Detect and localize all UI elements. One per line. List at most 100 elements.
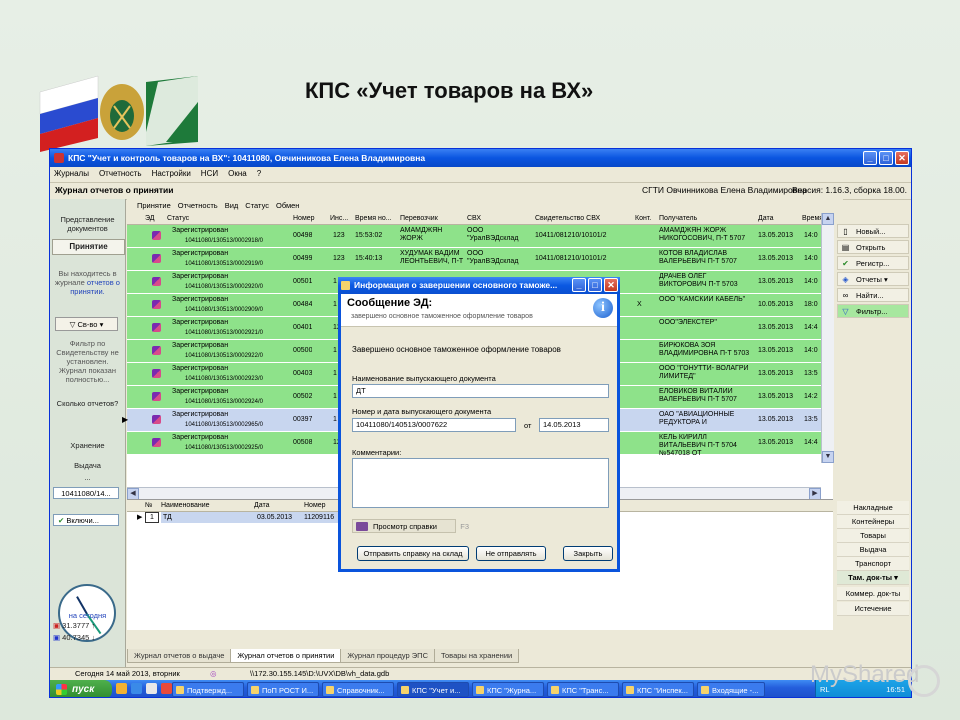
register-button[interactable]: ✔ Регистр... (837, 256, 909, 270)
dialog-app-icon (341, 281, 350, 290)
col-recipient[interactable]: Получатель (659, 213, 697, 224)
detail-col-no[interactable]: № (145, 500, 153, 511)
col-time2[interactable]: Время (802, 213, 823, 224)
task-item[interactable]: КПС "Транс... (547, 682, 619, 697)
detail-col-name[interactable]: Наименование (161, 500, 210, 511)
scroll-down-icon[interactable]: ▼ (822, 451, 834, 463)
menu-windows[interactable]: Окна (228, 167, 247, 181)
task-item[interactable]: Справочник... (322, 682, 394, 697)
list-goods[interactable]: Товары (837, 529, 909, 543)
mail-icon[interactable] (161, 683, 172, 694)
list-transport[interactable]: Транспорт (837, 557, 909, 571)
dialog-minimize-button[interactable]: _ (572, 278, 586, 292)
docs-view-label[interactable]: Представление документов (52, 215, 123, 233)
grid-vscrollbar[interactable]: ▲ ▼ (821, 213, 834, 463)
tab-accept-journal[interactable]: Журнал отчетов о принятии (230, 649, 342, 663)
col-cont[interactable]: Конт. (635, 213, 651, 224)
tab-goods-storage[interactable]: Товары на хранении (434, 649, 520, 663)
user-name: СГТИ Овчинникова Елена Владимировна (642, 185, 807, 195)
tab-issue-journal[interactable]: Журнал отчетов о выдаче (127, 649, 232, 663)
count-question-link[interactable]: Сколько отчетов? (52, 399, 123, 408)
toolbar-view[interactable]: Вид (225, 199, 239, 213)
cell-recipient: ЕЛОВИКОВ ВИТАЛИЙ ВАЛЕРЬЕВИЧ П-Т 5707 (659, 388, 737, 403)
new-button[interactable]: ▯ Новый... (837, 224, 909, 238)
comment-textarea[interactable] (352, 458, 609, 508)
window-titlebar[interactable]: КПС "Учет и контроль товаров на ВХ": 104… (50, 149, 911, 167)
section-storage[interactable]: Хранение (52, 441, 123, 450)
col-ed[interactable]: ЭД (145, 213, 155, 224)
cell-date: 13.05.2013 (758, 439, 794, 446)
dialog-close-button[interactable]: ✕ (604, 278, 618, 292)
status-select[interactable]: ✔ Включи... (53, 514, 119, 526)
doc-name-label: Наименование выпускающего документа (352, 374, 496, 383)
toolbar-status[interactable]: Статус (245, 199, 269, 213)
ie-icon[interactable] (131, 683, 142, 694)
menu-reporting[interactable]: Отчетность (99, 167, 142, 181)
col-ins[interactable]: Инс... (330, 213, 348, 224)
menu-help[interactable]: ? (257, 167, 261, 181)
folder-icon[interactable] (116, 683, 127, 694)
toolbar-reporting[interactable]: Отчетность (178, 199, 218, 213)
task-item[interactable]: КПС "Журна... (472, 682, 544, 697)
menu-settings[interactable]: Настройки (152, 167, 191, 181)
cert-filter-button[interactable]: ▽ Св-во ▾ (55, 317, 118, 331)
list-issue[interactable]: Выдача (837, 543, 909, 557)
db-icon: ◎ (210, 669, 217, 678)
task-item[interactable]: ПоП РОСТ И... (247, 682, 319, 697)
cell-t2: 13:5 (804, 370, 818, 377)
doc-date-field[interactable]: 14.05.2013 (539, 418, 609, 432)
section-issue[interactable]: Выдача (52, 461, 123, 470)
scroll-up-icon[interactable]: ▲ (822, 213, 834, 225)
code-select[interactable]: 10411080/14... (53, 487, 119, 499)
dialog-maximize-button[interactable]: □ (588, 278, 602, 292)
section-more[interactable]: ... (52, 473, 123, 482)
tab-eps-journal[interactable]: Журнал процедур ЭПС (340, 649, 435, 663)
toolbar-exchange[interactable]: Обмен (276, 199, 299, 213)
col-svh[interactable]: СВХ (467, 213, 481, 224)
send-button[interactable]: Отправить справку на склад (357, 546, 469, 561)
toolbar-accept[interactable]: Принятие (137, 199, 171, 213)
menu-nsi[interactable]: НСИ (201, 167, 218, 181)
close-button[interactable]: ✕ (895, 151, 909, 165)
col-cert[interactable]: Свидетельство СВХ (535, 213, 600, 224)
find-button[interactable]: ∞ Найти... (837, 288, 909, 302)
start-button[interactable]: пуск (50, 680, 112, 697)
list-containers[interactable]: Контейнеры (837, 515, 909, 529)
menu-journals[interactable]: Журналы (54, 167, 89, 181)
task-item[interactable]: Подтвержд... (172, 682, 244, 697)
col-time[interactable]: Время но... (355, 213, 392, 224)
doc-number-field[interactable]: 10411080/140513/0007622 (352, 418, 516, 432)
minimize-button[interactable]: _ (863, 151, 877, 165)
cell-t2: 18:0 (804, 301, 818, 308)
list-expiry[interactable]: Истечение (837, 602, 909, 616)
col-number[interactable]: Номер (293, 213, 315, 224)
col-status[interactable]: Статус (167, 213, 189, 224)
task-item[interactable]: КПС "Учет и... (397, 682, 469, 697)
dialog-titlebar[interactable]: Информация о завершении основного таможе… (338, 277, 620, 294)
task-item[interactable]: КПС "Инспек... (622, 682, 694, 697)
cell-status: Зарегистрирован (172, 434, 229, 441)
table-row[interactable]: Зарегистрирован 10411080/130513/0002918/0… (127, 225, 821, 248)
list-commercial-docs[interactable]: Коммер. док-ты (837, 587, 909, 601)
table-row[interactable]: Зарегистрирован 10411080/130513/0002919/0… (127, 248, 821, 271)
no-send-button[interactable]: Не отправлять (476, 546, 546, 561)
preview-button[interactable]: Просмотр справки F3 (352, 519, 469, 533)
desktop-icon[interactable] (146, 683, 157, 694)
task-item[interactable]: Входящие -... (697, 682, 765, 697)
detail-col-number[interactable]: Номер (304, 500, 326, 511)
detail-col-date[interactable]: Дата (254, 500, 270, 511)
cell-num: 00401 (293, 324, 313, 331)
col-date[interactable]: Дата (758, 213, 774, 224)
col-carrier[interactable]: Перевозчик (400, 213, 438, 224)
doc-name-field[interactable]: ДТ (352, 384, 609, 398)
document-status-icon (152, 277, 161, 286)
open-button[interactable]: ▤ Открыть (837, 240, 909, 254)
reports-button[interactable]: ◈ Отчеты ▾ (837, 272, 909, 286)
list-customs-docs[interactable]: Там. док-ты ▾ (837, 571, 909, 585)
list-invoices[interactable]: Накладные (837, 501, 909, 515)
new-doc-icon: ▯ (843, 227, 848, 236)
filter-button[interactable]: ▽ Фильтр... (837, 304, 909, 318)
section-accept[interactable]: Принятие (52, 239, 125, 255)
dialog-close-action-button[interactable]: Закрыть (563, 546, 613, 561)
maximize-button[interactable]: □ (879, 151, 893, 165)
